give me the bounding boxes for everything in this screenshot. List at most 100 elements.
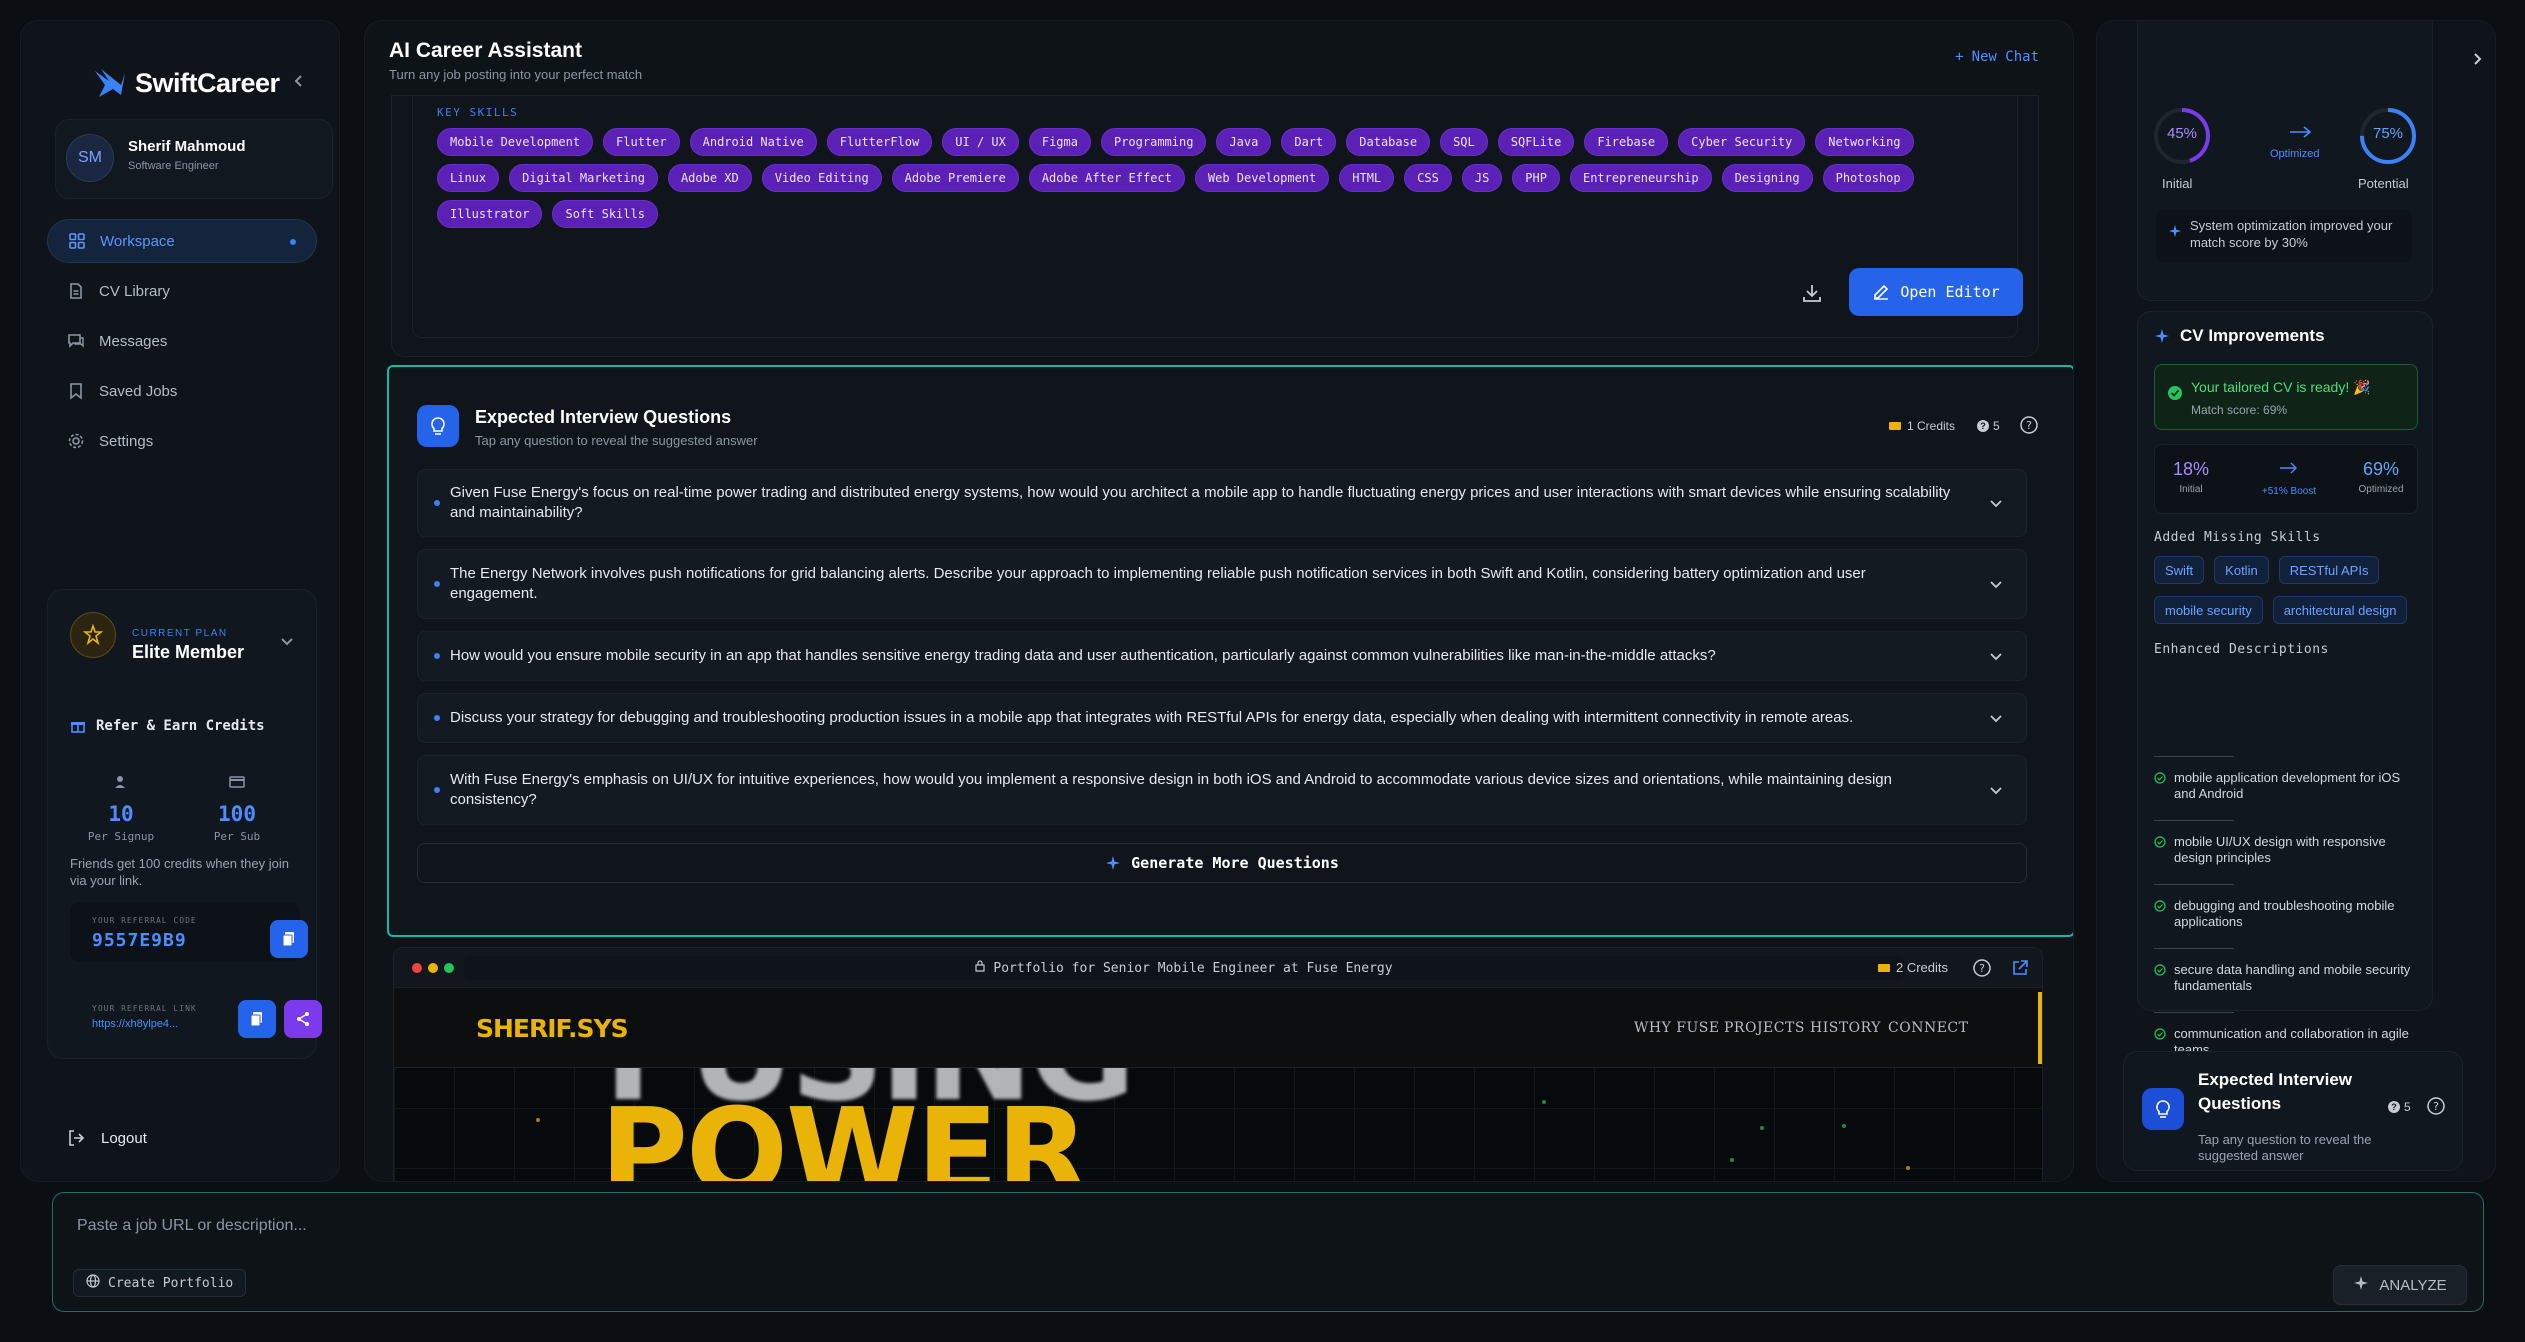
help-icon: ?: [2427, 1097, 2445, 1115]
open-external-button[interactable]: [2010, 958, 2030, 983]
user-role: Software Engineer: [128, 160, 219, 172]
lightbulb-icon: [417, 405, 459, 447]
app-logo[interactable]: SwiftCareer: [91, 43, 280, 123]
portfolio-credits: 2 Credits: [1878, 960, 1948, 975]
help-icon: ?: [1973, 959, 1991, 977]
help-button[interactable]: ?: [2019, 415, 2039, 440]
svg-text:?: ?: [2026, 419, 2032, 432]
new-chat-button[interactable]: + New Chat: [1955, 49, 2039, 65]
portfolio-preview: Portfolio for Senior Mobile Engineer at …: [393, 947, 2043, 1181]
generate-more-button[interactable]: Generate More Questions: [417, 843, 2027, 883]
question-bullet: [434, 581, 440, 587]
analyze-label: ANALYZE: [2379, 1276, 2447, 1294]
enhanced-item: mobile UI/UX design with responsive desi…: [2154, 820, 2424, 867]
mini-interview-subtitle: Tap any question to reveal the suggested…: [2198, 1132, 2372, 1164]
sub-value: 100: [218, 802, 256, 826]
site-link-why-fuse[interactable]: WHY FUSE: [1634, 1020, 1720, 1036]
logout-button[interactable]: Logout: [67, 1129, 147, 1147]
question-count: ? 5: [1977, 419, 2000, 433]
enhanced-item: secure data handling and mobile security…: [2154, 948, 2424, 995]
question-count-value: 5: [1993, 419, 2000, 433]
sidebar-item-settings[interactable]: Settings: [47, 419, 317, 463]
plan-expand-button[interactable]: [278, 632, 296, 655]
spark-dot: [1842, 1124, 1846, 1128]
copy-link-button[interactable]: [238, 1000, 276, 1038]
skill-chip: Flutter: [603, 128, 680, 156]
enhanced-text: debugging and troubleshooting mobile app…: [2174, 898, 2395, 930]
user-card[interactable]: SM Sherif Mahmoud Software Engineer: [55, 119, 333, 199]
job-input[interactable]: [77, 1211, 2377, 1241]
referral-code[interactable]: 9557E9B9: [92, 930, 187, 951]
copy-code-button[interactable]: [270, 920, 308, 958]
document-icon: [67, 282, 85, 300]
sidebar-item-messages[interactable]: Messages: [47, 319, 317, 363]
mini-interview-card[interactable]: Expected Interview Questions Tap any que…: [2123, 1051, 2463, 1171]
skill-chip: Networking: [1815, 128, 1914, 156]
open-editor-button[interactable]: Open Editor: [1849, 268, 2023, 316]
mini-help-button[interactable]: ?: [2426, 1096, 2446, 1121]
cv-ready-banner: Your tailored CV is ready! 🎉 Match score…: [2154, 364, 2418, 430]
download-button[interactable]: [1795, 276, 1829, 310]
added-skills-title: Added Missing Skills: [2154, 530, 2321, 545]
sidebar-item-label: Messages: [99, 332, 168, 350]
referral-code-box: YOUR REFERRAL CODE 9557E9B9: [70, 902, 308, 962]
optimized-label: Optimized: [2270, 148, 2320, 160]
active-indicator: [290, 239, 296, 245]
sidebar-item-label: CV Library: [99, 282, 170, 300]
globe-icon: [86, 1274, 100, 1292]
page-title: AI Career Assistant: [389, 39, 582, 62]
window-minimize-dot: [428, 963, 438, 973]
boost-label: +51% Boost: [2261, 486, 2317, 497]
signup-label: Per Signup: [87, 830, 155, 843]
cv-preview: KEY SKILLS Mobile Development Flutter Andr…: [412, 96, 2023, 338]
portfolio-help-button[interactable]: ?: [1972, 958, 1992, 983]
sidebar-item-label: Settings: [99, 432, 154, 450]
external-link-icon: [2013, 960, 2028, 975]
skill-chip: Mobile Development: [437, 128, 594, 156]
check-circle-icon: [2167, 385, 2183, 406]
collapse-panel-button[interactable]: [2469, 51, 2485, 72]
skills-title: KEY SKILLS: [437, 106, 519, 119]
skill-chip: Firebase: [1584, 128, 1669, 156]
site-link-history[interactable]: HISTORY: [1810, 1020, 1881, 1036]
optimized-stat: 69% Optimized: [2351, 459, 2411, 495]
skill-chip: Adobe After Effect: [1028, 164, 1185, 192]
portfolio-site: FUSING SHERIF.SYS WHY FUSE PROJECTS HIST…: [394, 988, 2042, 1181]
skill-chip: Web Development: [1194, 164, 1330, 192]
question-bullet: [434, 653, 440, 659]
referral-link[interactable]: https://xh8ylpe4...: [92, 1018, 178, 1030]
question-item[interactable]: Given Fuse Energy's focus on real-time p…: [417, 469, 2027, 537]
spark-dot: [1906, 1166, 1910, 1170]
avatar: SM: [66, 134, 114, 182]
share-button[interactable]: [284, 1000, 322, 1038]
site-link-connect[interactable]: CONNECT: [1888, 1020, 1968, 1036]
sparkle-icon: [2168, 224, 2182, 243]
skill-chip: Java: [1216, 128, 1272, 156]
site-link-projects[interactable]: PROJECTS: [1724, 1020, 1805, 1036]
edit-icon: [1872, 283, 1890, 301]
logout-label: Logout: [101, 1129, 147, 1147]
plan-card: CURRENT PLAN Elite Member Refer & Earn C…: [47, 589, 322, 1059]
initial-stat-label: Initial: [2179, 484, 2203, 495]
added-skill-chip: architectural design: [2272, 596, 2408, 624]
create-portfolio-button[interactable]: Create Portfolio: [73, 1269, 247, 1297]
skill-chip: UI / UX: [942, 128, 1019, 156]
added-skill-chip: RESTful APIs: [2278, 556, 2380, 584]
added-skill-chip: Kotlin: [2214, 556, 2269, 584]
page-subtitle: Turn any job posting into your perfect m…: [389, 67, 643, 82]
chevron-left-icon: [294, 75, 302, 87]
divider: [2154, 820, 2234, 821]
question-item[interactable]: Discuss your strategy for debugging and …: [417, 693, 2027, 743]
collapse-sidebar-button[interactable]: [285, 67, 313, 95]
question-item[interactable]: How would you ensure mobile security in …: [417, 631, 2027, 681]
user-name: Sherif Mahmoud: [128, 138, 246, 155]
sidebar-item-workspace[interactable]: Workspace: [47, 219, 317, 263]
question-item[interactable]: The Energy Network involves push notific…: [417, 549, 2027, 619]
question-bullet: [434, 500, 440, 506]
site-logo[interactable]: SHERIF.SYS: [476, 1014, 629, 1043]
sidebar-item-saved-jobs[interactable]: Saved Jobs: [47, 369, 317, 413]
question-bullet: [434, 787, 440, 793]
question-item[interactable]: With Fuse Energy's emphasis on UI/UX for…: [417, 755, 2027, 825]
sidebar-item-cv-library[interactable]: CV Library: [47, 269, 317, 313]
analyze-button[interactable]: ANALYZE: [2333, 1265, 2467, 1305]
